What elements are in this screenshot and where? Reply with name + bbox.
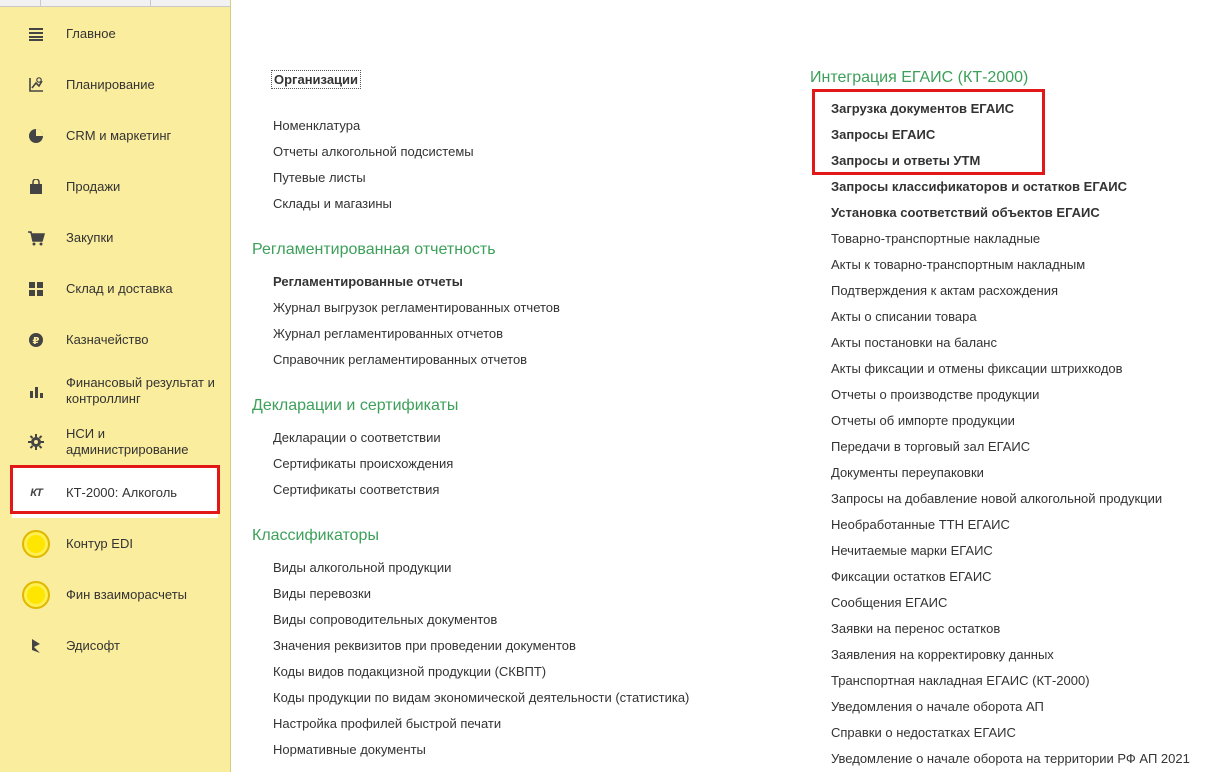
egais-link[interactable]: Акты фиксации и отмены фиксации штрихкод… xyxy=(831,361,1123,376)
sidebar-item-treasury[interactable]: ₽ Казначейство xyxy=(0,314,230,365)
egais-link[interactable]: Запросы на добавление новой алкогольной … xyxy=(831,491,1162,506)
egais-link[interactable]: Подтверждения к актам расхождения xyxy=(831,283,1058,298)
egais-link[interactable]: Акты к товарно-транспортным накладным xyxy=(831,257,1085,272)
sidebar-item-nsi[interactable]: НСИ и администрирование xyxy=(0,416,230,467)
pie-chart-icon xyxy=(24,124,48,148)
link-reports-directory[interactable]: Справочник регламентированных отчетов xyxy=(273,352,527,367)
sidebar-item-label: Фин взаиморасчеты xyxy=(66,586,187,602)
egais-link[interactable]: Установка соответствий объектов ЕГАИС xyxy=(831,205,1100,220)
link-classifier-item[interactable]: Виды алкогольной продукции xyxy=(273,560,451,575)
sidebar-item-label: КТ-2000: Алкоголь xyxy=(66,484,178,500)
section-title-declarations: Декларации и сертификаты xyxy=(252,397,459,414)
sidebar-item-label: Продажи xyxy=(66,178,121,194)
egais-link[interactable]: Заявления на корректировку данных xyxy=(831,647,1054,662)
sidebar-item-main[interactable]: Главное xyxy=(0,8,230,59)
egais-link[interactable]: Нечитаемые марки ЕГАИС xyxy=(831,543,993,558)
egais-link[interactable]: Заявки на перенос остатков xyxy=(831,621,1000,636)
link-waybills[interactable]: Путевые листы xyxy=(273,170,366,185)
link-origin-certificates[interactable]: Сертификаты происхождения xyxy=(273,456,453,471)
egais-link[interactable]: Уведомления о начале оборота АП xyxy=(831,699,1044,714)
sidebar-item-label: Контур EDI xyxy=(66,535,133,551)
egais-link[interactable]: Запросы и ответы УТМ xyxy=(831,153,980,168)
sidebar-item-label: Эдисофт xyxy=(66,637,120,653)
sidebar-item-sales[interactable]: Продажи xyxy=(0,161,230,212)
sidebar: Главное Планирование CRM и маркетинг Про… xyxy=(0,0,231,772)
egais-link[interactable]: Необработанные ТТН ЕГАИС xyxy=(831,517,1010,532)
sidebar-item-crm[interactable]: CRM и маркетинг xyxy=(0,110,230,161)
section-title-egais: Интеграция ЕГАИС (КТ-2000) xyxy=(810,69,1029,86)
egais-link[interactable]: Фиксации остатков ЕГАИС xyxy=(831,569,992,584)
link-classifier-item[interactable]: Настройка профилей быстрой печати xyxy=(273,716,501,731)
yellow-circle-icon xyxy=(22,529,50,558)
sidebar-item-label: Планирование xyxy=(66,76,155,92)
link-warehouses-stores[interactable]: Склады и магазины xyxy=(273,196,392,211)
sidebar-item-label: Казначейство xyxy=(66,331,149,347)
organizations-link[interactable]: Организации xyxy=(271,70,362,89)
sidebar-item-warehouse[interactable]: Склад и доставка xyxy=(0,263,230,314)
sidebar-item-kt2000[interactable]: КТ КТ-2000: Алкоголь xyxy=(12,467,218,518)
planning-icon xyxy=(24,73,48,97)
cart-icon xyxy=(24,226,48,250)
egais-link[interactable]: Документы переупаковки xyxy=(831,465,984,480)
edisoft-logo-icon xyxy=(24,634,48,658)
link-reports-journal[interactable]: Журнал регламентированных отчетов xyxy=(273,326,503,341)
sidebar-item-label: Главное xyxy=(66,25,116,41)
egais-link[interactable]: Запросы классификаторов и остатков ЕГАИС xyxy=(831,179,1127,194)
sidebar-item-label: Склад и доставка xyxy=(66,280,173,296)
link-classifier-item[interactable]: Виды перевозки xyxy=(273,586,371,601)
egais-link[interactable]: Транспортная накладная ЕГАИС (КТ-2000) xyxy=(831,673,1090,688)
shopping-bag-icon xyxy=(24,175,48,199)
egais-link[interactable]: Справки о недостатках ЕГАИС xyxy=(831,725,1016,740)
sidebar-item-label: Закупки xyxy=(66,229,114,245)
ruble-coin-icon: ₽ xyxy=(24,328,48,352)
svg-text:₽: ₽ xyxy=(33,336,40,347)
sidebar-item-label: CRM и маркетинг xyxy=(66,127,172,143)
top-tab-strip xyxy=(0,0,230,7)
link-upload-journal[interactable]: Журнал выгрузок регламентированных отчет… xyxy=(273,300,560,315)
link-classifier-item[interactable]: Нормативные документы xyxy=(273,742,426,757)
link-classifier-item[interactable]: Коды продукции по видам экономической де… xyxy=(273,690,689,705)
bar-chart-icon xyxy=(24,379,48,403)
sidebar-item-kontur-edi[interactable]: Контур EDI xyxy=(0,518,230,569)
sidebar-item-purchases[interactable]: Закупки xyxy=(0,212,230,263)
egais-link[interactable]: Акты постановки на баланс xyxy=(831,335,997,350)
egais-link[interactable]: Уведомление о начале оборота на территор… xyxy=(831,751,1190,766)
section-title-regulated: Регламентированная отчетность xyxy=(252,241,496,258)
gear-icon xyxy=(24,430,48,454)
kt-logo-icon: КТ xyxy=(30,486,43,499)
sidebar-item-planning[interactable]: Планирование xyxy=(0,59,230,110)
grid-icon xyxy=(24,277,48,301)
section-title-classifiers: Классификаторы xyxy=(252,527,379,544)
sidebar-item-edisoft[interactable]: Эдисофт xyxy=(0,620,230,671)
link-regulated-reports[interactable]: Регламентированные отчеты xyxy=(273,274,463,289)
egais-link[interactable]: Сообщения ЕГАИС xyxy=(831,595,947,610)
link-nomenclature[interactable]: Номенклатура xyxy=(273,118,360,133)
sidebar-item-fin-settlements[interactable]: Фин взаиморасчеты xyxy=(0,569,230,620)
link-classifier-item[interactable]: Коды видов подакцизной продукции (СКВПТ) xyxy=(273,664,546,679)
egais-link[interactable]: Загрузка документов ЕГАИС xyxy=(831,101,1014,116)
sidebar-item-finresult[interactable]: Финансовый результат и контроллинг xyxy=(0,365,230,416)
link-alcohol-reports[interactable]: Отчеты алкогольной подсистемы xyxy=(273,144,474,159)
egais-link[interactable]: Акты о списании товара xyxy=(831,309,977,324)
egais-link[interactable]: Товарно-транспортные накладные xyxy=(831,231,1040,246)
link-conformity-certificates[interactable]: Сертификаты соответствия xyxy=(273,482,439,497)
menu-lines-icon xyxy=(24,22,48,46)
yellow-circle-icon xyxy=(22,580,50,609)
egais-link[interactable]: Отчеты об импорте продукции xyxy=(831,413,1015,428)
sidebar-item-label: Финансовый результат и контроллинг xyxy=(66,374,215,406)
sidebar-item-label: НСИ и администрирование xyxy=(66,425,189,457)
egais-link[interactable]: Отчеты о производстве продукции xyxy=(831,387,1039,402)
link-classifier-item[interactable]: Виды сопроводительных документов xyxy=(273,612,497,627)
egais-link[interactable]: Запросы ЕГАИС xyxy=(831,127,935,142)
link-classifier-item[interactable]: Значения реквизитов при проведении докум… xyxy=(273,638,576,653)
egais-link[interactable]: Передачи в торговый зал ЕГАИС xyxy=(831,439,1030,454)
link-declarations[interactable]: Декларации о соответствии xyxy=(273,430,441,445)
